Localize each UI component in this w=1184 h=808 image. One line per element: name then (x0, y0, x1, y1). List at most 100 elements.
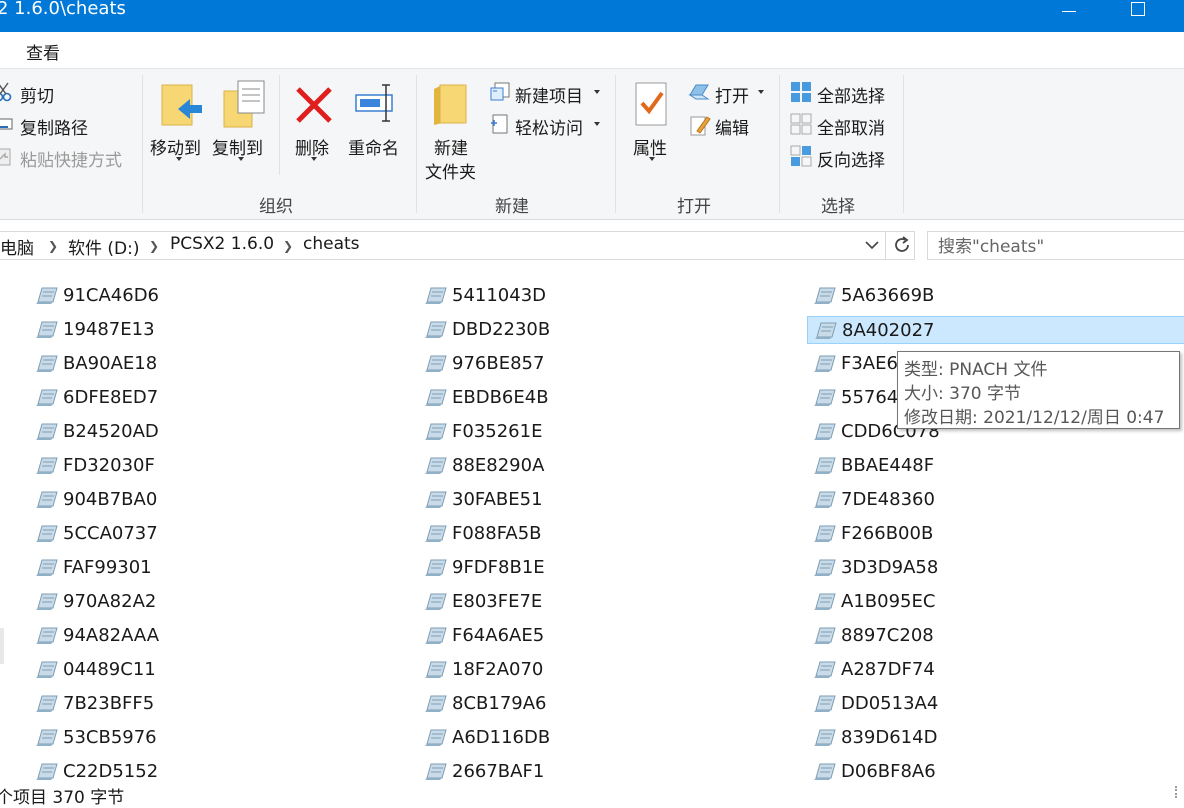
file-item-selected[interactable]: 8A402027 (807, 316, 1184, 344)
file-item[interactable]: F266B00B (814, 520, 1174, 548)
paste-shortcut-button[interactable]: 粘贴快捷方式 (20, 146, 122, 171)
file-item[interactable]: F64A6AE5 (425, 622, 785, 650)
properties-icon[interactable] (634, 81, 670, 129)
pnach-file-icon (36, 729, 58, 747)
file-name: 5411043D (452, 285, 547, 306)
breadcrumb-chevron-icon[interactable]: ❯ (149, 239, 159, 253)
file-item[interactable]: BBAE448F (814, 452, 1174, 480)
file-item[interactable]: 8CB179A6 (425, 690, 785, 718)
file-item[interactable]: DBD2230B (425, 316, 785, 344)
new-folder-button-line2[interactable]: 文件夹 (425, 158, 476, 183)
pnach-file-icon (36, 491, 58, 509)
edit-button[interactable]: 编辑 (715, 114, 749, 139)
search-box[interactable] (927, 231, 1184, 261)
file-item[interactable]: 970A82A2 (36, 588, 396, 616)
easy-access-button[interactable]: 轻松访问 (515, 114, 583, 139)
file-item[interactable]: 5A63669B (814, 282, 1174, 310)
breadcrumb-drive[interactable]: 软件 (D:) (68, 234, 140, 259)
address-dropdown-icon[interactable] (864, 240, 880, 250)
refresh-icon[interactable] (892, 235, 912, 255)
new-item-button[interactable]: 新建项目 (515, 82, 583, 107)
new-folder-icon[interactable] (432, 83, 470, 127)
file-item[interactable]: 7DE48360 (814, 486, 1174, 514)
file-name: 8A402027 (842, 320, 935, 341)
file-item[interactable]: A287DF74 (814, 656, 1174, 684)
select-none-button[interactable]: 全部取消 (817, 114, 885, 139)
easy-access-dropdown-icon[interactable] (594, 122, 600, 126)
file-item[interactable]: DD0513A4 (814, 690, 1174, 718)
file-item[interactable]: 30FABE51 (425, 486, 785, 514)
pnach-file-icon (814, 423, 836, 441)
file-item[interactable]: 18F2A070 (425, 656, 785, 684)
file-item[interactable]: E803FE7E (425, 588, 785, 616)
file-item[interactable]: A1B095EC (814, 588, 1174, 616)
copy-path-button[interactable]: 复制路径 (20, 114, 88, 139)
cut-button[interactable]: 剪切 (20, 82, 54, 107)
file-item[interactable]: 6DFE8ED7 (36, 384, 396, 412)
new-item-dropdown-icon[interactable] (594, 90, 600, 94)
open-dropdown-icon[interactable] (758, 90, 764, 94)
open-button[interactable]: 打开 (715, 82, 749, 107)
file-item[interactable]: F088FA5B (425, 520, 785, 548)
minimize-icon[interactable] (1062, 4, 1078, 20)
file-item[interactable]: 91CA46D6 (36, 282, 396, 310)
move-to-icon[interactable] (160, 81, 204, 129)
file-item[interactable]: 53CB5976 (36, 724, 396, 752)
rename-icon[interactable] (354, 83, 400, 125)
file-item[interactable]: BA90AE18 (36, 350, 396, 378)
file-item[interactable]: 8897C208 (814, 622, 1174, 650)
file-item[interactable]: FD32030F (36, 452, 396, 480)
properties-dropdown-icon[interactable] (649, 157, 655, 161)
tab-view[interactable]: 查看 (26, 39, 60, 64)
file-item[interactable]: 19487E13 (36, 316, 396, 344)
maximize-icon[interactable] (1131, 2, 1145, 16)
file-item[interactable]: 04489C11 (36, 656, 396, 684)
properties-button[interactable]: 属性 (633, 134, 667, 159)
file-item[interactable]: EBDB6E4B (425, 384, 785, 412)
file-name: EBDB6E4B (452, 387, 549, 408)
delete-icon[interactable] (294, 85, 334, 125)
resize-grip-icon[interactable] (1175, 786, 1184, 798)
delete-dropdown-icon[interactable] (311, 157, 317, 161)
file-item[interactable]: 2667BAF1 (425, 758, 785, 786)
select-all-button[interactable]: 全部选择 (817, 82, 885, 107)
file-name: 18F2A070 (452, 659, 544, 680)
copy-to-button[interactable]: 复制到 (212, 134, 263, 159)
file-item[interactable]: FAF99301 (36, 554, 396, 582)
pnach-file-icon (814, 491, 836, 509)
file-item[interactable]: 3D3D9A58 (814, 554, 1174, 582)
copy-to-icon[interactable] (222, 79, 268, 129)
file-item[interactable]: 5CCA0737 (36, 520, 396, 548)
file-item[interactable]: F035261E (425, 418, 785, 446)
file-item[interactable]: A6D116DB (425, 724, 785, 752)
delete-button[interactable]: 删除 (295, 134, 329, 159)
status-text: 个项目 370 字节 (0, 788, 125, 808)
breadcrumb-chevron-icon[interactable]: ❯ (48, 239, 58, 253)
breadcrumb-pcsx2[interactable]: PCSX2 1.6.0 (170, 234, 274, 254)
file-item[interactable]: 88E8290A (425, 452, 785, 480)
file-item[interactable]: B24520AD (36, 418, 396, 446)
file-item[interactable]: 5411043D (425, 282, 785, 310)
move-to-button[interactable]: 移动到 (150, 134, 201, 159)
rename-button[interactable]: 重命名 (348, 134, 399, 159)
breadcrumb-cheats[interactable]: cheats (303, 234, 360, 254)
new-folder-button-line1[interactable]: 新建 (434, 134, 468, 159)
move-to-dropdown-icon[interactable] (176, 157, 182, 161)
invert-selection-button[interactable]: 反向选择 (817, 146, 885, 171)
search-input[interactable] (928, 232, 1180, 261)
file-item[interactable]: 839D614D (814, 724, 1174, 752)
file-item[interactable]: D06BF8A6 (814, 758, 1174, 786)
file-item[interactable]: 9FDF8B1E (425, 554, 785, 582)
file-item[interactable]: 7B23BFF5 (36, 690, 396, 718)
breadcrumb-computer[interactable]: 电脑 (0, 234, 34, 259)
new-item-icon (490, 82, 510, 101)
copy-to-dropdown-icon[interactable] (238, 157, 244, 161)
pnach-file-icon (814, 525, 836, 543)
file-item[interactable]: C22D5152 (36, 758, 396, 786)
breadcrumb-chevron-icon[interactable]: ❯ (283, 239, 293, 253)
file-item[interactable]: 94A82AAA (36, 622, 396, 650)
file-item[interactable]: 904B7BA0 (36, 486, 396, 514)
ribbon-separator (903, 75, 904, 213)
file-item[interactable]: 976BE857 (425, 350, 785, 378)
select-none-icon (790, 113, 812, 135)
